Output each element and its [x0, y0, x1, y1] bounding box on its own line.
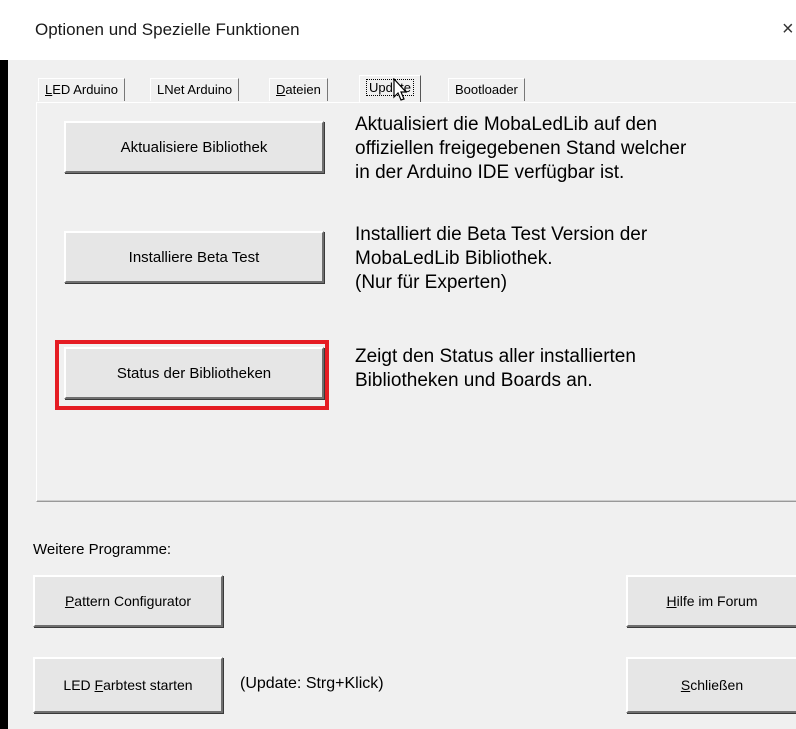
tab-led-arduino[interactable]: LED Arduino	[38, 78, 125, 101]
close-icon[interactable]: ×	[782, 18, 794, 41]
update-library-description: Aktualisiert die MobaLedLib auf den offi…	[355, 114, 687, 183]
window-title: Optionen und Spezielle Funktionen	[35, 20, 300, 39]
mouse-pointer-icon	[393, 78, 408, 101]
update-hint-text: (Update: Strg+Klick)	[240, 675, 384, 692]
tab-bootloader[interactable]: Bootloader	[448, 78, 525, 101]
more-programs-label: Weitere Programme:	[33, 541, 172, 558]
library-status-button[interactable]: Status der Bibliotheken	[64, 347, 324, 399]
library-status-description: Zeigt den Status aller installierten Bib…	[355, 346, 636, 391]
tab-lnet-arduino[interactable]: LNet Arduino	[150, 78, 240, 101]
update-library-button[interactable]: Aktualisiere Bibliothek	[64, 121, 324, 173]
tab-update[interactable]: Update	[359, 75, 421, 102]
help-forum-button[interactable]: Hilfe im Forum	[626, 575, 796, 627]
pattern-configurator-button[interactable]: Pattern Configurator	[33, 575, 223, 627]
tab-dateien[interactable]: Dateien	[269, 78, 328, 101]
led-color-test-button[interactable]: LED Farbtest starten	[33, 657, 223, 713]
close-button[interactable]: Schließen	[626, 657, 796, 713]
update-tab-panel: Aktualisiere Bibliothek Aktualisiert die…	[36, 102, 796, 502]
install-beta-description: Installiert die Beta Test Version der Mo…	[355, 224, 648, 293]
install-beta-button[interactable]: Installiere Beta Test	[64, 231, 324, 283]
window-edge	[0, 60, 8, 729]
title-bar: Optionen und Spezielle Funktionen ×	[0, 0, 796, 60]
